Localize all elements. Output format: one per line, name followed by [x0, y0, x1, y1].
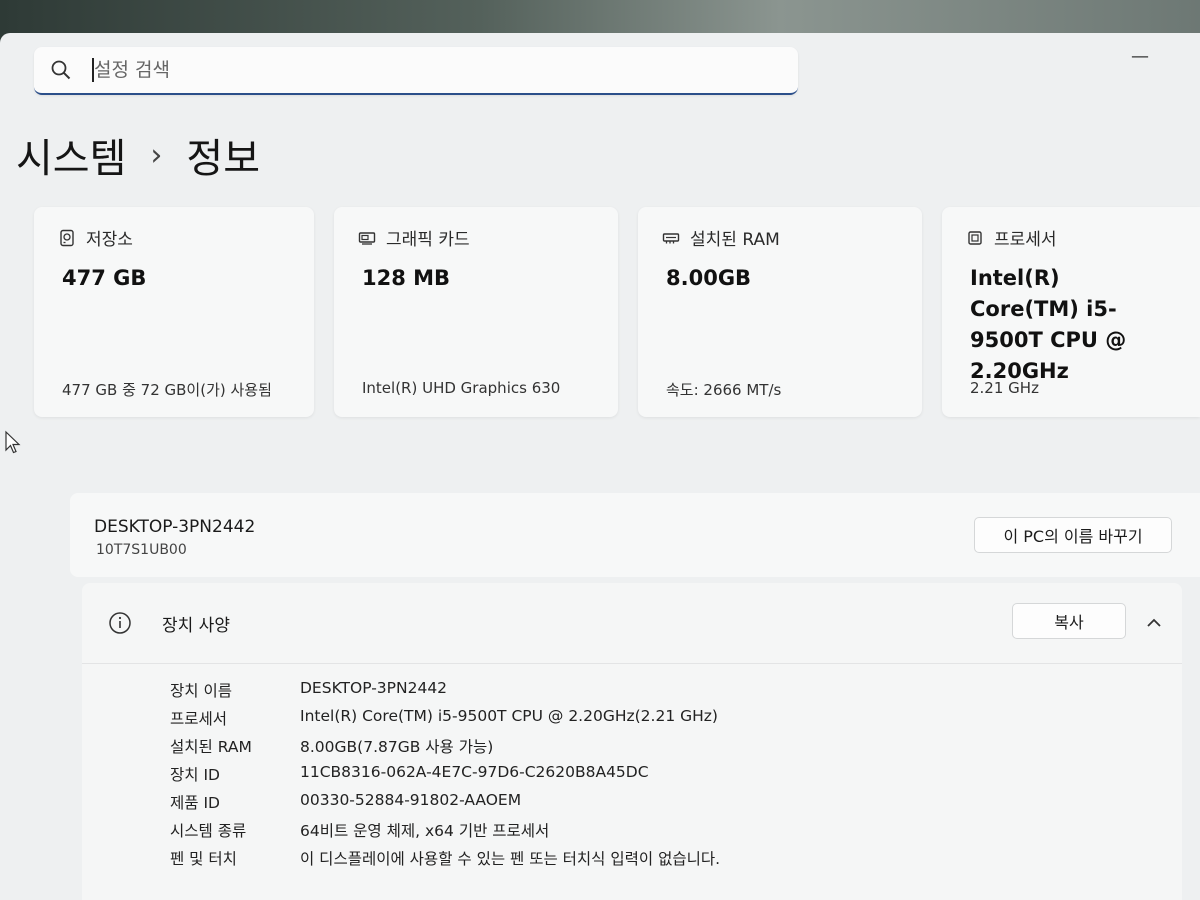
- spec-row-device-name: 장치 이름 DESKTOP-3PN2442: [82, 679, 1182, 707]
- spec-row-system-type: 시스템 종류 64비트 운영 체제, x64 기반 프로세서: [82, 819, 1182, 847]
- card-subtitle: 속도: 2666 MT/s: [666, 381, 782, 399]
- spec-value: 00330-52884-91802-AAOEM: [300, 791, 522, 809]
- card-value: 8.00GB: [666, 266, 752, 290]
- card-title: 그래픽 카드: [386, 230, 470, 250]
- copy-button[interactable]: 복사: [1012, 603, 1126, 639]
- pc-model: 10T7S1UB00: [96, 542, 187, 558]
- spec-value: 11CB8316-062A-4E7C-97D6-C2620B8A45DC: [300, 763, 649, 781]
- card-value: 128 MB: [362, 266, 451, 290]
- storage-card[interactable]: 저장소 477 GB 477 GB 중 72 GB이(가) 사용됨: [34, 207, 314, 417]
- spec-value: 8.00GB(7.87GB 사용 가능): [300, 738, 494, 756]
- pc-name: DESKTOP-3PN2442: [94, 517, 256, 537]
- spec-row-device-id: 장치 ID 11CB8316-062A-4E7C-97D6-C2620B8A45…: [82, 763, 1182, 791]
- search-icon: [51, 60, 71, 80]
- card-value: Intel(R) Core(TM) i5-9500T CPU @ 2.20GHz: [970, 266, 1127, 383]
- ram-icon: [662, 232, 680, 243]
- settings-window: — 시스템 › 정보 저장소 477 GB 477 GB 중 72 GB이(가)…: [0, 33, 1200, 900]
- storage-icon: [60, 229, 74, 246]
- card-title: 저장소: [86, 230, 133, 250]
- card-subtitle: 477 GB 중 72 GB이(가) 사용됨: [62, 381, 272, 399]
- card-title: 설치된 RAM: [690, 230, 780, 250]
- text-caret: [92, 58, 94, 82]
- spec-key: 설치된 RAM: [170, 738, 252, 756]
- search-input[interactable]: [92, 55, 776, 85]
- processor-icon: [968, 230, 982, 245]
- card-subtitle: 2.21 GHz: [970, 379, 1039, 397]
- mouse-cursor-icon: [5, 430, 21, 454]
- spec-value: 64비트 운영 체제, x64 기반 프로세서: [300, 822, 550, 840]
- pc-name-section: DESKTOP-3PN2442 10T7S1UB00 이 PC의 이름 바꾸기: [70, 493, 1200, 577]
- ram-card[interactable]: 설치된 RAM 8.00GB 속도: 2666 MT/s: [638, 207, 922, 417]
- chevron-right-icon: ›: [150, 137, 163, 173]
- card-subtitle: Intel(R) UHD Graphics 630: [362, 379, 561, 397]
- spec-value: DESKTOP-3PN2442: [300, 679, 448, 697]
- spec-row-processor: 프로세서 Intel(R) Core(TM) i5-9500T CPU @ 2.…: [82, 707, 1182, 735]
- graphics-card-card[interactable]: 그래픽 카드 128 MB Intel(R) UHD Graphics 630: [334, 207, 618, 417]
- chevron-up-icon[interactable]: [1142, 611, 1166, 635]
- spec-value: 이 디스플레이에 사용할 수 있는 펜 또는 터치식 입력이 없습니다.: [300, 850, 721, 868]
- spec-key: 장치 ID: [170, 766, 220, 784]
- graphics-card-icon: [358, 231, 376, 245]
- rename-pc-button[interactable]: 이 PC의 이름 바꾸기: [974, 517, 1172, 553]
- spec-row-product-id: 제품 ID 00330-52884-91802-AAOEM: [82, 791, 1182, 819]
- breadcrumb-parent[interactable]: 시스템: [16, 126, 126, 184]
- processor-card[interactable]: 프로세서 Intel(R) Core(TM) i5-9500T CPU @ 2.…: [942, 207, 1200, 417]
- minimize-button[interactable]: —: [1130, 47, 1150, 67]
- device-specs-title: 장치 사양: [162, 616, 230, 636]
- spec-key: 장치 이름: [170, 682, 232, 700]
- device-specs-header[interactable]: 장치 사양 복사: [82, 583, 1182, 664]
- card-title: 프로세서: [994, 230, 1057, 250]
- card-value: 477 GB: [62, 266, 147, 290]
- info-icon: [109, 612, 131, 634]
- search-box[interactable]: [34, 47, 798, 95]
- breadcrumb: 시스템 › 정보: [16, 125, 260, 185]
- spec-key: 제품 ID: [170, 794, 220, 812]
- spec-row-ram: 설치된 RAM 8.00GB(7.87GB 사용 가능): [82, 735, 1182, 763]
- spec-key: 시스템 종류: [170, 822, 247, 840]
- page-title: 정보: [186, 136, 261, 182]
- spec-row-pen-touch: 펜 및 터치 이 디스플레이에 사용할 수 있는 펜 또는 터치식 입력이 없습…: [82, 847, 1182, 875]
- spec-key: 펜 및 터치: [170, 850, 237, 868]
- spec-key: 프로세서: [170, 710, 228, 728]
- spec-value: Intel(R) Core(TM) i5-9500T CPU @ 2.20GHz…: [300, 707, 718, 725]
- device-specs-panel: 장치 사양 복사 장치 이름 DESKTOP-3PN2442 프로세서 Inte…: [82, 583, 1182, 900]
